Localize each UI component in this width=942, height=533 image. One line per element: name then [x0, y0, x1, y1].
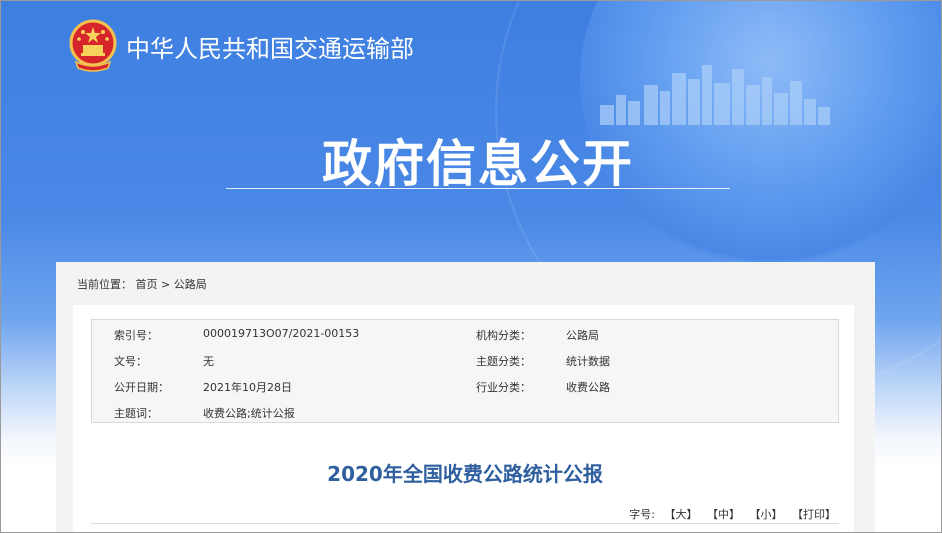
metadata-row: 文号： 无 主题分类： 统计数据: [92, 346, 838, 372]
page-title: 政府信息公开: [322, 135, 634, 193]
metadata-row: 公开日期： 2021年10月28日 行业分类： 收费公路: [92, 372, 838, 398]
font-size-controls: 字号: 【大】 【中】 【小】 【打印】: [629, 506, 836, 522]
print-button[interactable]: 【打印】: [792, 508, 836, 521]
meta-key: 行业分类：: [476, 381, 531, 394]
metadata-table: 索引号： 000019713O07/2021-00153 机构分类： 公路局 文…: [91, 319, 839, 423]
meta-value: 统计数据: [566, 355, 610, 368]
meta-value: 收费公路: [566, 381, 610, 394]
breadcrumb-item-highway-bureau[interactable]: 公路局: [174, 278, 207, 291]
title-underline: [226, 188, 730, 189]
meta-value: 公路局: [566, 329, 599, 342]
breadcrumb-item-home[interactable]: 首页: [136, 278, 158, 291]
meta-key: 公开日期：: [114, 381, 169, 394]
national-emblem-icon: [69, 19, 117, 72]
font-size-small-button[interactable]: 【小】: [750, 508, 783, 521]
meta-key: 机构分类：: [476, 329, 531, 342]
breadcrumb: 当前位置： 首页 > 公路局: [77, 276, 207, 292]
meta-value: 000019713O07/2021-00153: [203, 327, 360, 340]
metadata-row: 主题词： 收费公路;统计公报: [92, 398, 838, 424]
meta-key: 主题词：: [114, 407, 158, 420]
font-size-label: 字号:: [629, 508, 655, 521]
breadcrumb-prefix: 当前位置：: [77, 278, 132, 291]
ministry-name[interactable]: 中华人民共和国交通运输部: [126, 29, 414, 64]
meta-value: 收费公路;统计公报: [203, 407, 295, 420]
font-size-medium-button[interactable]: 【中】: [707, 508, 740, 521]
divider: [91, 523, 839, 524]
breadcrumb-separator: >: [161, 278, 174, 291]
meta-key: 主题分类：: [476, 355, 531, 368]
meta-value: 无: [203, 355, 214, 368]
meta-value: 2021年10月28日: [203, 381, 292, 394]
meta-key: 文号：: [114, 355, 147, 368]
font-size-large-button[interactable]: 【大】: [665, 508, 698, 521]
metadata-row: 索引号： 000019713O07/2021-00153 机构分类： 公路局: [92, 320, 838, 346]
city-skyline-graphic: [600, 65, 830, 125]
meta-key: 索引号：: [114, 329, 158, 342]
article-title: 2020年全国收费公路统计公报: [327, 462, 603, 486]
